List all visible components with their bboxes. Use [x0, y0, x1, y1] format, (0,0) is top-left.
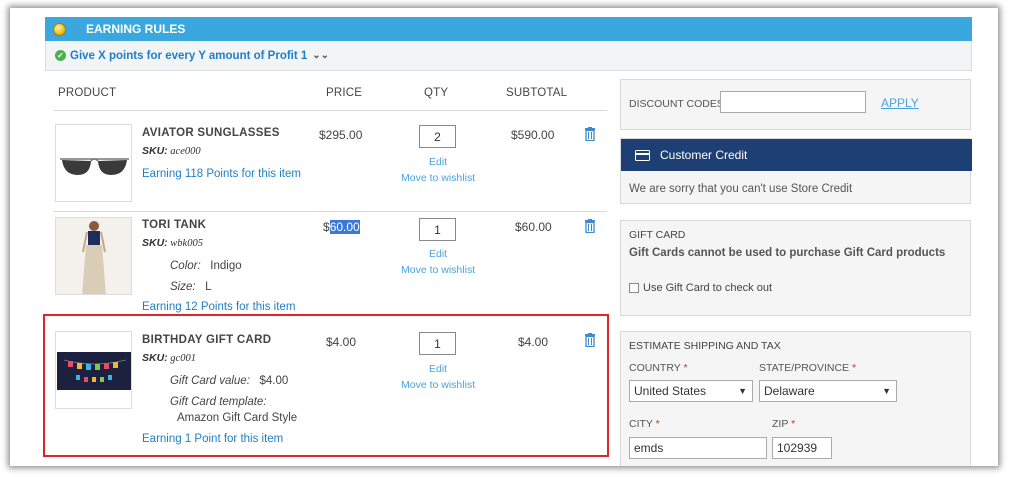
quantity-input[interactable]: 2 [419, 125, 456, 148]
earning-rule-row: ✓ Give X points for every Y amount of Pr… [45, 41, 972, 71]
product-name[interactable]: AVIATOR SUNGLASSES [142, 127, 280, 139]
quantity-input[interactable]: 1 [419, 332, 456, 355]
item-subtotal: $590.00 [511, 128, 555, 142]
edit-link[interactable]: Edit [429, 248, 447, 260]
product-name[interactable]: BIRTHDAY GIFT CARD [142, 334, 271, 346]
product-option-gift-card-value: Gift Card value: $4.00 [170, 375, 289, 387]
earning-rules-header[interactable]: EARNING RULES [45, 17, 972, 41]
customer-credit-header[interactable]: Customer Credit [621, 139, 972, 171]
item-price: $4.00 [326, 335, 357, 349]
item-subtotal: $4.00 [518, 335, 549, 349]
gift-card-panel: GIFT CARD Gift Cards cannot be used to p… [620, 220, 971, 316]
product-option-color: Color: Indigo [170, 260, 242, 272]
product-sku: SKU: wbk005 [142, 237, 203, 249]
city-input[interactable]: emds [629, 437, 767, 459]
trash-icon[interactable] [584, 219, 596, 233]
credit-card-icon [635, 149, 650, 161]
customer-credit-title: Customer Credit [660, 148, 748, 162]
gift-card-title: GIFT CARD [629, 229, 686, 241]
move-to-wishlist-link[interactable]: Move to wishlist [401, 172, 475, 184]
use-gift-card-row[interactable]: Use Gift Card to check out [629, 282, 772, 294]
earning-rule-text: Give X points for every Y amount of Prof… [70, 49, 308, 62]
dropdown-arrow-icon: ▼ [882, 386, 891, 396]
customer-credit-message: We are sorry that you can't use Store Cr… [629, 183, 853, 195]
zip-label: ZIP * [772, 418, 796, 430]
product-sku: SKU: ace000 [142, 145, 201, 157]
double-chevron-down-icon[interactable]: ⌄⌄ [312, 50, 329, 61]
product-option-gift-card-template-value: Amazon Gift Card Style [177, 412, 298, 424]
quantity-input[interactable]: 1 [419, 218, 456, 241]
item-price: $295.00 [319, 128, 363, 142]
trash-icon[interactable] [584, 333, 596, 347]
earning-points-text: Earning 118 Points for this item [142, 168, 301, 180]
earning-points-text: Earning 12 Points for this item [142, 301, 296, 313]
earning-points-text: Earning 1 Point for this item [142, 433, 284, 445]
item-subtotal: $60.00 [515, 220, 552, 234]
dropdown-arrow-icon: ▼ [738, 386, 747, 396]
gift-card-message: Gift Cards cannot be used to purchase Gi… [629, 247, 946, 259]
city-label: CITY * [629, 418, 660, 430]
header-price: PRICE [326, 87, 363, 99]
divider [54, 211, 607, 212]
cart-page: EARNING RULES ✓ Give X points for every … [10, 8, 998, 466]
trash-icon[interactable] [584, 127, 596, 141]
zip-input[interactable]: 102939 [772, 437, 832, 459]
edit-link[interactable]: Edit [429, 156, 447, 168]
header-subtotal: SUBTOTAL [506, 87, 568, 99]
shipping-title: ESTIMATE SHIPPING AND TAX [629, 340, 781, 352]
discount-code-input[interactable] [720, 91, 866, 113]
product-option-size: Size: L [170, 281, 212, 293]
item-price: $60.00 [323, 220, 360, 234]
coin-icon [53, 22, 66, 36]
estimate-shipping-panel: ESTIMATE SHIPPING AND TAX COUNTRY * Unit… [620, 331, 971, 466]
product-sku: SKU: gc001 [142, 352, 196, 364]
discount-codes-panel: DISCOUNT CODES APPLY [620, 79, 971, 130]
product-name[interactable]: TORI TANK [142, 219, 206, 231]
country-label: COUNTRY * [629, 362, 688, 374]
product-image-gift-card[interactable] [55, 331, 132, 409]
move-to-wishlist-link[interactable]: Move to wishlist [401, 379, 475, 391]
product-image-sunglasses[interactable] [55, 124, 132, 202]
selected-text: 60.00 [329, 220, 360, 234]
country-select[interactable]: United States ▼ [629, 380, 753, 402]
discount-codes-label: DISCOUNT CODES [629, 98, 724, 110]
header-product: PRODUCT [58, 87, 117, 99]
state-select[interactable]: Delaware ▼ [759, 380, 897, 402]
header-qty: QTY [424, 87, 449, 99]
state-label: STATE/PROVINCE * [759, 362, 857, 374]
customer-credit-panel: Customer Credit We are sorry that you ca… [620, 138, 972, 204]
apply-link[interactable]: APPLY [881, 96, 919, 110]
divider [54, 110, 607, 111]
use-gift-card-label: Use Gift Card to check out [643, 282, 772, 294]
use-gift-card-checkbox[interactable] [629, 283, 639, 293]
check-icon: ✓ [55, 50, 66, 61]
product-image-tori-tank[interactable] [55, 217, 132, 295]
product-option-gift-card-template-label: Gift Card template: [170, 396, 267, 408]
move-to-wishlist-link[interactable]: Move to wishlist [401, 264, 475, 276]
earning-rules-title: EARNING RULES [86, 22, 186, 36]
edit-link[interactable]: Edit [429, 363, 447, 375]
